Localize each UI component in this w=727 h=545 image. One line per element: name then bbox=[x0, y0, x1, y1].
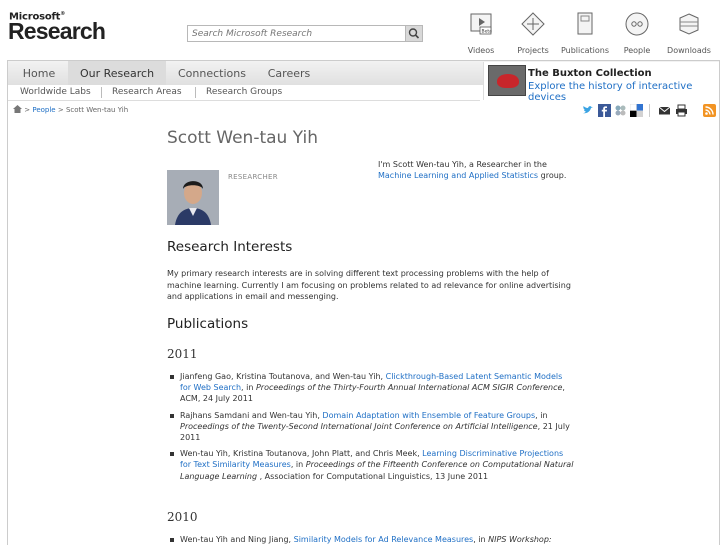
publication-list-2011: Jianfeng Gao, Kristina Toutanova, and We… bbox=[170, 371, 575, 487]
pub-authors: Wen-tau Yih, Kristina Toutanova, John Pl… bbox=[180, 449, 420, 459]
nav-people[interactable]: People bbox=[612, 12, 662, 55]
divider bbox=[101, 87, 102, 98]
nav-people-label: People bbox=[623, 46, 651, 55]
subtab-research-areas[interactable]: Research Areas bbox=[112, 85, 182, 100]
delicious-icon[interactable] bbox=[630, 104, 643, 117]
page-title: Scott Wen-tau Yih bbox=[167, 128, 318, 148]
publications-icon bbox=[577, 12, 593, 35]
search-input[interactable] bbox=[188, 26, 406, 41]
promo-link[interactable]: Explore the history of interactive devic… bbox=[528, 81, 719, 103]
breadcrumb: > People > Scott Wen-tau Yih bbox=[13, 105, 128, 114]
profile-role: RESEARCHER bbox=[228, 173, 278, 181]
promo-title: The Buxton Collection bbox=[528, 68, 652, 79]
pub-in: , in bbox=[241, 383, 254, 393]
nav-publications-label: Publications bbox=[560, 46, 610, 55]
breadcrumb-separator: > bbox=[57, 106, 64, 114]
pub-title-link[interactable]: Similarity Models for Ad Relevance Measu… bbox=[294, 535, 474, 544]
publication-item: Wen-tau Yih and Ning Jiang, Similarity M… bbox=[170, 534, 575, 545]
brand-research-logo[interactable]: Research bbox=[8, 18, 106, 45]
pub-venue: Proceedings of the Twenty-Second Interna… bbox=[180, 421, 538, 431]
pub-details: , Association for Computational Linguist… bbox=[257, 471, 489, 481]
twitter-icon[interactable] bbox=[581, 104, 594, 117]
profile-photo bbox=[167, 170, 219, 225]
divider bbox=[649, 104, 650, 117]
divider bbox=[195, 87, 196, 98]
pub-in: , in bbox=[473, 535, 486, 544]
nav-publications[interactable]: Publications bbox=[560, 12, 610, 55]
publication-item: Jianfeng Gao, Kristina Toutanova, and We… bbox=[170, 371, 575, 405]
share-icon[interactable] bbox=[614, 104, 627, 117]
tab-connections[interactable]: Connections bbox=[172, 61, 252, 85]
nav-projects[interactable]: Projects bbox=[508, 12, 558, 55]
video-icon: Beta bbox=[470, 13, 493, 35]
pub-in: , in bbox=[535, 410, 548, 420]
nav-downloads-label: Downloads bbox=[667, 46, 711, 55]
tab-home[interactable]: Home bbox=[14, 61, 64, 85]
pub-in: , in bbox=[290, 460, 304, 470]
nav-videos[interactable]: Beta Videos bbox=[456, 12, 506, 55]
pub-authors: Wen-tau Yih and Ning Jiang, bbox=[180, 535, 292, 544]
breadcrumb-people[interactable]: People bbox=[32, 106, 55, 114]
pub-venue: Proceedings of the Thirty-Fourth Annual … bbox=[255, 383, 563, 393]
intro-text: I'm Scott Wen-tau Yih, a Researcher in t… bbox=[378, 160, 547, 169]
nav-projects-label: Projects bbox=[517, 46, 549, 55]
rss-icon[interactable] bbox=[703, 104, 716, 117]
buxton-mouse-image bbox=[488, 65, 526, 96]
publication-list-2010: Wen-tau Yih and Ning Jiang, Similarity M… bbox=[170, 534, 575, 545]
pub-authors: Rajhans Samdani and Wen-tau Yih, bbox=[180, 410, 320, 420]
svg-text:Beta: Beta bbox=[482, 29, 493, 35]
pub-authors: Jianfeng Gao, Kristina Toutanova, and We… bbox=[180, 372, 384, 381]
tab-our-research[interactable]: Our Research bbox=[68, 61, 166, 85]
search-button[interactable] bbox=[405, 26, 422, 41]
people-icon bbox=[625, 12, 649, 36]
section-heading-publications: Publications bbox=[167, 316, 249, 332]
pub-title-link[interactable]: Domain Adaptation with Ensemble of Featu… bbox=[322, 411, 535, 420]
person-portrait bbox=[167, 170, 219, 225]
downloads-icon bbox=[679, 13, 699, 35]
publication-item: Rajhans Samdani and Wen-tau Yih, Domain … bbox=[170, 410, 575, 444]
intro-text-end: group. bbox=[540, 171, 567, 180]
nav-videos-label: Videos bbox=[467, 46, 495, 55]
search-box bbox=[187, 25, 423, 42]
search-icon bbox=[408, 28, 420, 39]
interests-text: My primary research interests are in sol… bbox=[167, 269, 571, 301]
subtab-research-groups[interactable]: Research Groups bbox=[206, 85, 282, 100]
facebook-icon[interactable] bbox=[598, 104, 611, 117]
subtab-worldwide-labs[interactable]: Worldwide Labs bbox=[20, 85, 91, 100]
email-icon[interactable] bbox=[658, 104, 671, 117]
projects-icon bbox=[521, 12, 545, 36]
print-icon[interactable] bbox=[675, 104, 688, 117]
tab-careers[interactable]: Careers bbox=[260, 61, 318, 85]
breadcrumb-current: Scott Wen-tau Yih bbox=[65, 106, 129, 114]
pub-venue: NIPS Workshop: bbox=[488, 535, 552, 544]
publication-item: Wen-tau Yih, Kristina Toutanova, John Pl… bbox=[170, 448, 575, 482]
year-heading: 2010 bbox=[167, 510, 198, 524]
group-link[interactable]: Machine Learning and Applied Statistics bbox=[378, 171, 538, 180]
breadcrumb-separator: > bbox=[24, 106, 31, 114]
section-heading-interests: Research Interests bbox=[167, 239, 293, 255]
nav-downloads[interactable]: Downloads bbox=[664, 12, 714, 55]
year-heading: 2011 bbox=[167, 347, 198, 361]
promo-buxton[interactable]: The Buxton Collection Explore the histor… bbox=[483, 62, 719, 103]
home-icon[interactable] bbox=[13, 105, 22, 113]
profile-intro: I'm Scott Wen-tau Yih, a Researcher in t… bbox=[378, 159, 578, 181]
